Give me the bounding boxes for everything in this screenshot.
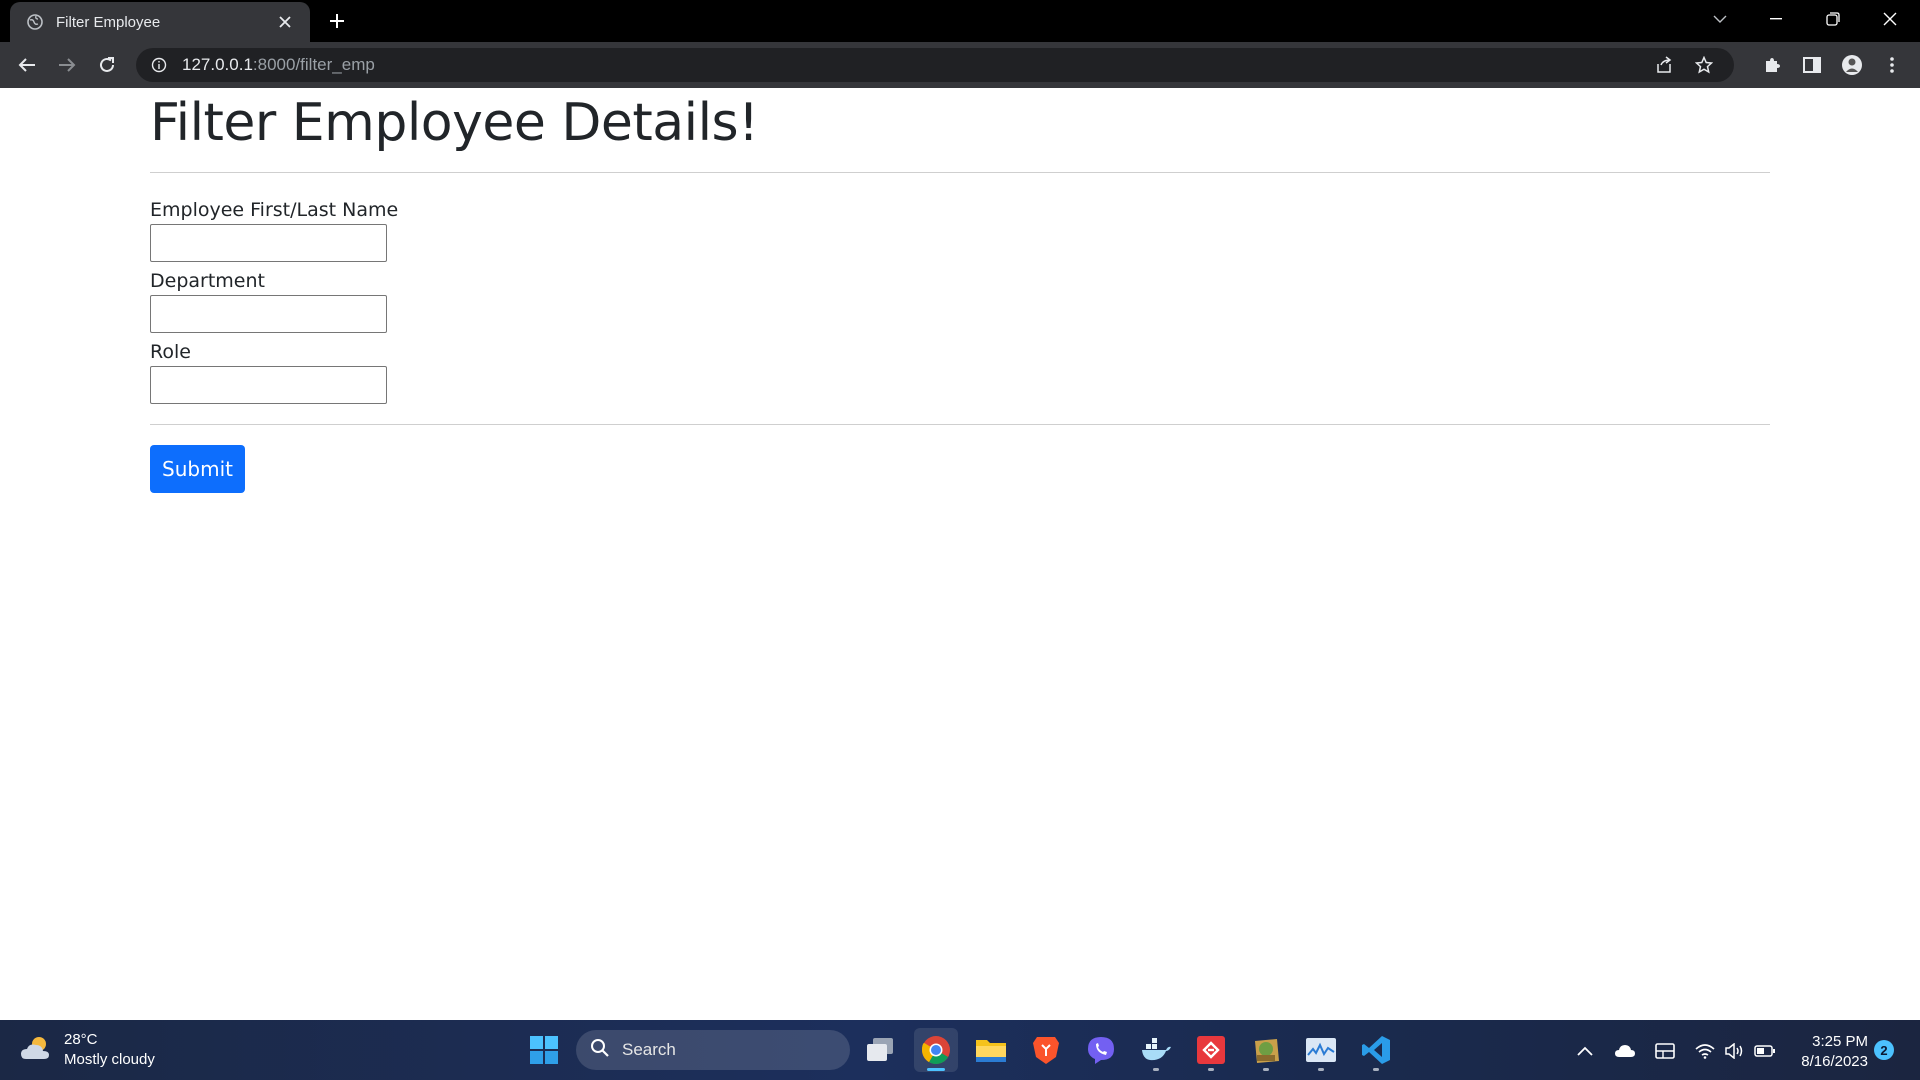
wifi-icon[interactable] [1692,1038,1718,1064]
address-bar[interactable]: 127.0.0.1:8000/filter_emp [136,48,1734,82]
chrome-app-icon[interactable] [914,1028,958,1072]
clock-time: 3:25 PM [1812,1033,1868,1050]
tab-title: Filter Employee [56,13,161,31]
share-icon[interactable] [1648,50,1680,80]
volume-icon[interactable] [1722,1038,1748,1064]
weather-temperature: 28°C [64,1031,98,1048]
new-tab-icon[interactable] [322,9,352,33]
close-tab-icon[interactable] [274,11,296,33]
search-icon [590,1038,610,1063]
cloudy-weather-icon [20,1034,52,1067]
restore-icon[interactable] [1805,0,1861,38]
reload-icon[interactable] [91,49,123,81]
running-indicator [1318,1068,1324,1071]
search-placeholder: Search [622,1040,676,1059]
task-view-icon[interactable] [858,1028,902,1072]
notification-badge[interactable]: 2 [1874,1040,1894,1060]
bookmark-star-icon[interactable] [1688,50,1720,80]
browser-tab[interactable]: Filter Employee [10,2,310,42]
department-input[interactable] [150,295,387,333]
tablet-keyboard-icon[interactable] [1652,1038,1678,1064]
submit-button[interactable]: Submit [150,445,245,493]
brave-browser-icon[interactable] [1024,1028,1068,1072]
weather-description: Mostly cloudy [64,1051,155,1068]
role-label: Role [150,341,191,363]
running-indicator [1373,1068,1379,1071]
running-indicator [1208,1068,1214,1071]
running-indicator [1153,1068,1159,1071]
globe-icon [26,13,44,31]
browser-toolbar: 127.0.0.1:8000/filter_emp [0,42,1920,88]
url-host: 127.0.0.1 [182,55,253,74]
page-title: Filter Employee Details! [150,93,759,153]
vscode-icon[interactable] [1354,1028,1398,1072]
taskbar-clock[interactable]: 3:25 PM 8/16/2023 [1790,1032,1868,1072]
side-panel-icon[interactable] [1796,49,1828,81]
running-indicator [1263,1068,1269,1071]
close-window-icon[interactable] [1862,0,1918,38]
name-input[interactable] [150,224,387,262]
site-info-icon[interactable] [150,56,168,74]
file-explorer-icon[interactable] [969,1028,1013,1072]
url-path: :8000/filter_emp [252,55,375,74]
browser-tab-strip: Filter Employee [0,0,1920,42]
tab-search-icon[interactable] [1692,0,1748,38]
weather-widget[interactable]: 28°C Mostly cloudy [20,1030,155,1070]
clock-date: 8/16/2023 [1801,1053,1868,1070]
forward-arrow-icon[interactable] [51,49,83,81]
name-label: Employee First/Last Name [150,199,399,221]
role-input[interactable] [150,366,387,404]
windows-taskbar: 28°C Mostly cloudy Search 3:25 PM 8/16/2… [0,1020,1920,1080]
url-text: 127.0.0.1:8000/filter_emp [182,55,1640,75]
minimize-icon[interactable] [1748,0,1804,38]
more-menu-icon[interactable] [1876,49,1908,81]
gimp-icon[interactable] [1244,1028,1288,1072]
taskbar-search[interactable]: Search [576,1030,850,1070]
resource-monitor-icon[interactable] [1299,1028,1343,1072]
start-windows-icon[interactable] [522,1028,566,1072]
back-arrow-icon[interactable] [11,49,43,81]
divider [150,424,1770,425]
divider [150,172,1770,173]
profile-avatar-icon[interactable] [1836,49,1868,81]
viber-icon[interactable] [1079,1028,1123,1072]
battery-icon[interactable] [1752,1038,1778,1064]
web-page: Filter Employee Details! Employee First/… [0,88,1920,1020]
form-container: Filter Employee Details! Employee First/… [150,88,1770,493]
extensions-puzzle-icon[interactable] [1756,49,1788,81]
git-tool-icon[interactable] [1189,1028,1233,1072]
docker-icon[interactable] [1134,1028,1178,1072]
chevron-up-icon[interactable] [1572,1038,1598,1064]
department-label: Department [150,270,265,292]
active-indicator [927,1068,945,1071]
onedrive-cloud-icon[interactable] [1612,1038,1638,1064]
